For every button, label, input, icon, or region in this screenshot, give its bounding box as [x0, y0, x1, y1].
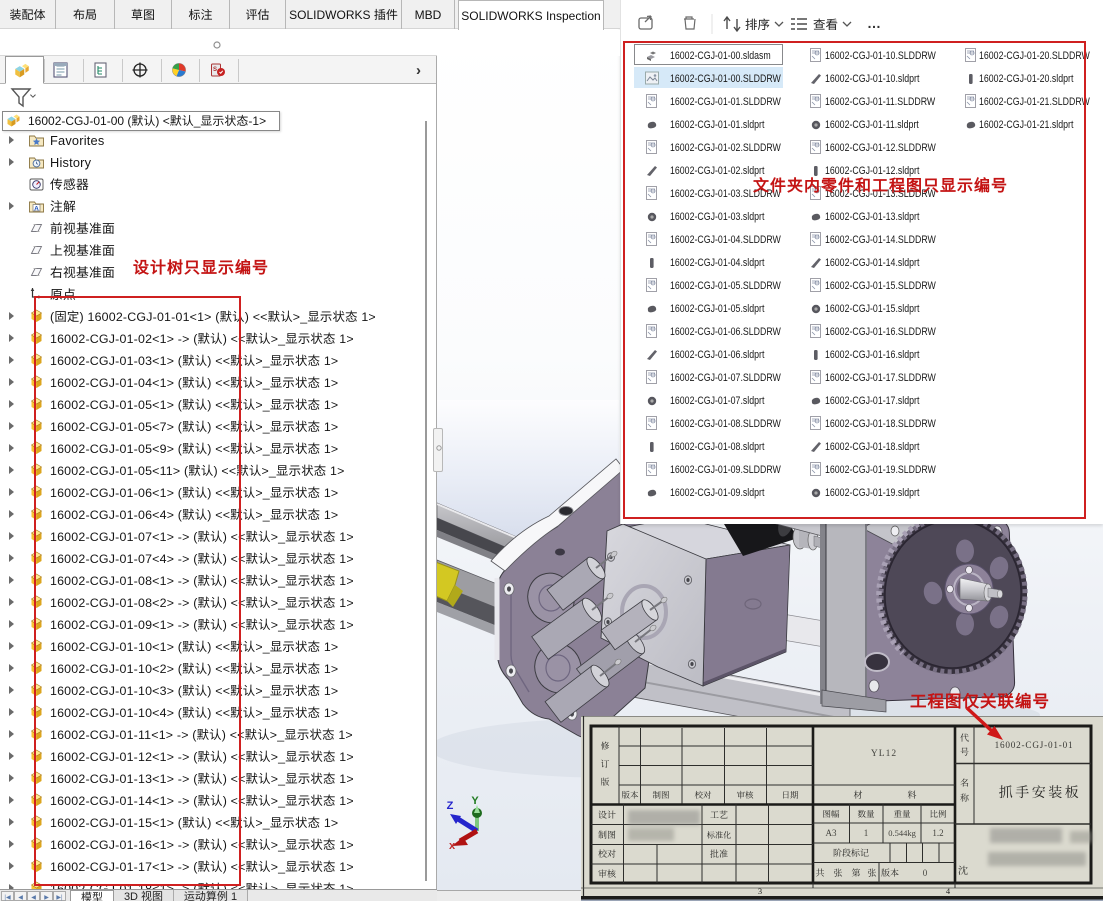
svg-text:张: 张 — [867, 866, 876, 879]
svg-text:称: 称 — [960, 791, 970, 804]
svg-text:材: 材 — [853, 788, 862, 801]
svg-text:共: 共 — [815, 866, 824, 879]
svg-text:抓手安装板: 抓手安装板 — [999, 782, 1082, 802]
svg-text:数量: 数量 — [857, 808, 875, 820]
svg-text:工艺: 工艺 — [710, 808, 728, 821]
svg-text:标准化: 标准化 — [707, 830, 732, 841]
svg-text:A3: A3 — [826, 826, 837, 839]
svg-text:Z: Z — [447, 800, 454, 812]
svg-text:工程图仅关联编号: 工程图仅关联编号 — [910, 688, 1050, 712]
svg-text:审核: 审核 — [736, 789, 754, 801]
svg-text:校对: 校对 — [694, 789, 712, 801]
svg-text:制图: 制图 — [598, 828, 616, 841]
svg-text:Y: Y — [471, 795, 479, 807]
svg-text:日期: 日期 — [781, 789, 799, 801]
svg-text:1: 1 — [864, 826, 869, 839]
svg-text:制图: 制图 — [652, 789, 669, 801]
svg-text:料: 料 — [907, 788, 916, 801]
svg-text:1.2: 1.2 — [932, 826, 943, 839]
svg-text:图幅: 图幅 — [822, 808, 840, 820]
svg-text:设计: 设计 — [598, 808, 616, 821]
svg-text:0.544kg: 0.544kg — [888, 827, 916, 839]
svg-text:版: 版 — [601, 775, 610, 788]
svg-text:版本: 版本 — [881, 866, 899, 879]
svg-text:阶段标记: 阶段标记 — [833, 846, 869, 859]
svg-text:版本: 版本 — [621, 789, 639, 801]
svg-text:重量: 重量 — [893, 808, 911, 820]
svg-text:修: 修 — [601, 739, 610, 752]
svg-text:S: S — [213, 67, 217, 73]
svg-text:审核: 审核 — [598, 867, 617, 880]
svg-text:YL12: YL12 — [871, 745, 897, 759]
svg-text:张: 张 — [833, 866, 842, 879]
svg-text:批准: 批准 — [710, 847, 728, 860]
svg-text:16002-CGJ-01-01: 16002-CGJ-01-01 — [995, 737, 1074, 751]
svg-text:查看: 查看 — [813, 14, 838, 33]
svg-text:第: 第 — [851, 866, 860, 879]
svg-text:号: 号 — [960, 745, 969, 758]
svg-text:…: … — [867, 13, 881, 33]
svg-text:订: 订 — [601, 757, 610, 770]
svg-text:3: 3 — [758, 885, 762, 897]
svg-text:名: 名 — [960, 776, 969, 789]
svg-text:比例: 比例 — [929, 808, 947, 820]
svg-text:0: 0 — [923, 866, 928, 879]
svg-text:沈: 沈 — [958, 862, 968, 877]
svg-text:排序: 排序 — [745, 14, 770, 33]
svg-text:校对: 校对 — [598, 847, 616, 860]
svg-text:x: x — [449, 840, 456, 852]
svg-text:代: 代 — [960, 731, 969, 744]
